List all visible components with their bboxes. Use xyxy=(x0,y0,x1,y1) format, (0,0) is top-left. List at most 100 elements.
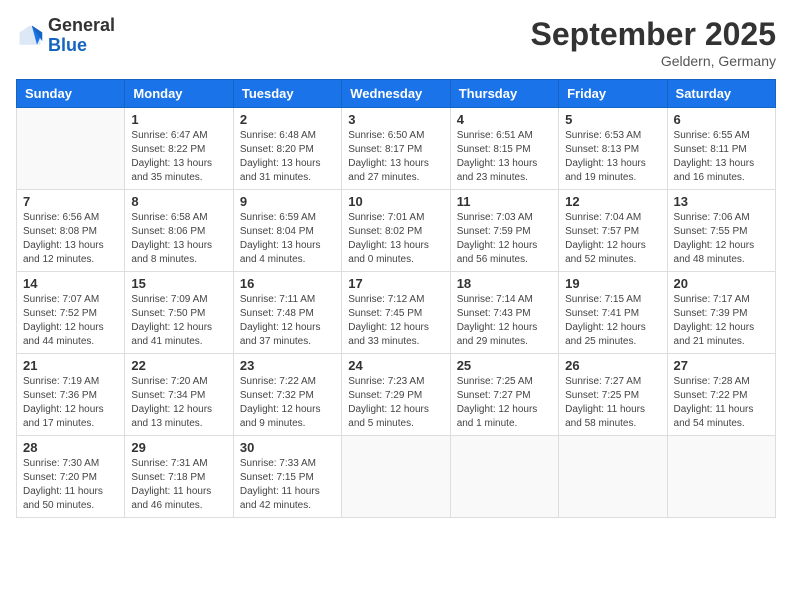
day-info: Sunrise: 6:59 AM Sunset: 8:04 PM Dayligh… xyxy=(240,211,335,267)
day-info: Sunrise: 7:19 AM Sunset: 7:36 PM Dayligh… xyxy=(23,375,118,431)
day-info: Sunrise: 7:14 AM Sunset: 7:43 PM Dayligh… xyxy=(457,293,552,349)
day-number: 25 xyxy=(457,358,552,373)
day-info: Sunrise: 6:47 AM Sunset: 8:22 PM Dayligh… xyxy=(131,129,226,185)
calendar-cell: 25 Sunrise: 7:25 AM Sunset: 7:27 PM Dayli… xyxy=(450,354,558,436)
week-row-1: 7 Sunrise: 6:56 AM Sunset: 8:08 PM Daylig… xyxy=(17,190,776,272)
calendar-cell: 5Sunrise: 6:53 AM Sunset: 8:13 PM Daylig… xyxy=(559,108,667,190)
day-info: Sunrise: 7:03 AM Sunset: 7:59 PM Dayligh… xyxy=(457,211,552,267)
day-number: 4 xyxy=(457,112,552,127)
location-title: Geldern, Germany xyxy=(531,53,776,69)
day-number: 12 xyxy=(565,194,660,209)
day-info: Sunrise: 7:11 AM Sunset: 7:48 PM Dayligh… xyxy=(240,293,335,349)
calendar-cell: 14 Sunrise: 7:07 AM Sunset: 7:52 PM Dayli… xyxy=(17,272,125,354)
day-number: 19 xyxy=(565,276,660,291)
calendar-cell: 2Sunrise: 6:48 AM Sunset: 8:20 PM Daylig… xyxy=(233,108,341,190)
week-row-3: 21 Sunrise: 7:19 AM Sunset: 7:36 PM Dayli… xyxy=(17,354,776,436)
month-title: September 2025 xyxy=(531,16,776,53)
calendar-cell: 26 Sunrise: 7:27 AM Sunset: 7:25 PM Dayli… xyxy=(559,354,667,436)
calendar-cell: 9 Sunrise: 6:59 AM Sunset: 8:04 PM Daylig… xyxy=(233,190,341,272)
day-info: Sunrise: 7:12 AM Sunset: 7:45 PM Dayligh… xyxy=(348,293,443,349)
day-info: Sunrise: 7:01 AM Sunset: 8:02 PM Dayligh… xyxy=(348,211,443,267)
day-number: 1 xyxy=(131,112,226,127)
day-info: Sunrise: 7:09 AM Sunset: 7:50 PM Dayligh… xyxy=(131,293,226,349)
calendar-cell: 19 Sunrise: 7:15 AM Sunset: 7:41 PM Dayli… xyxy=(559,272,667,354)
calendar-cell: 3 Sunrise: 6:50 AM Sunset: 8:17 PM Daylig… xyxy=(342,108,450,190)
day-info: Sunrise: 7:31 AM Sunset: 7:18 PM Dayligh… xyxy=(131,457,226,513)
week-row-0: 1 Sunrise: 6:47 AM Sunset: 8:22 PM Daylig… xyxy=(17,108,776,190)
weekday-header-wednesday: Wednesday xyxy=(342,80,450,108)
weekday-header-row: SundayMondayTuesdayWednesdayThursdayFrid… xyxy=(17,80,776,108)
day-info: Sunrise: 7:30 AM Sunset: 7:20 PM Dayligh… xyxy=(23,457,118,513)
day-number: 24 xyxy=(348,358,443,373)
weekday-header-friday: Friday xyxy=(559,80,667,108)
day-info: Sunrise: 7:25 AM Sunset: 7:27 PM Dayligh… xyxy=(457,375,552,431)
day-number: 9 xyxy=(240,194,335,209)
day-number: 6 xyxy=(674,112,769,127)
day-info: Sunrise: 7:06 AM Sunset: 7:55 PM Dayligh… xyxy=(674,211,769,267)
calendar-cell: 28 Sunrise: 7:30 AM Sunset: 7:20 PM Dayli… xyxy=(17,436,125,518)
calendar-cell: 24 Sunrise: 7:23 AM Sunset: 7:29 PM Dayli… xyxy=(342,354,450,436)
day-number: 10 xyxy=(348,194,443,209)
day-number: 23 xyxy=(240,358,335,373)
day-number: 13 xyxy=(674,194,769,209)
calendar-cell: 20Sunrise: 7:17 AM Sunset: 7:39 PM Dayli… xyxy=(667,272,775,354)
calendar-cell: 23 Sunrise: 7:22 AM Sunset: 7:32 PM Dayli… xyxy=(233,354,341,436)
day-info: Sunrise: 6:50 AM Sunset: 8:17 PM Dayligh… xyxy=(348,129,443,185)
day-number: 22 xyxy=(131,358,226,373)
calendar: SundayMondayTuesdayWednesdayThursdayFrid… xyxy=(16,79,776,518)
day-info: Sunrise: 6:56 AM Sunset: 8:08 PM Dayligh… xyxy=(23,211,118,267)
calendar-cell: 16 Sunrise: 7:11 AM Sunset: 7:48 PM Dayli… xyxy=(233,272,341,354)
day-number: 16 xyxy=(240,276,335,291)
day-number: 14 xyxy=(23,276,118,291)
day-info: Sunrise: 7:07 AM Sunset: 7:52 PM Dayligh… xyxy=(23,293,118,349)
day-info: Sunrise: 7:15 AM Sunset: 7:41 PM Dayligh… xyxy=(565,293,660,349)
day-info: Sunrise: 7:20 AM Sunset: 7:34 PM Dayligh… xyxy=(131,375,226,431)
day-number: 15 xyxy=(131,276,226,291)
day-number: 26 xyxy=(565,358,660,373)
day-number: 2 xyxy=(240,112,335,127)
calendar-cell xyxy=(667,436,775,518)
calendar-cell: 6 Sunrise: 6:55 AM Sunset: 8:11 PM Daylig… xyxy=(667,108,775,190)
day-info: Sunrise: 7:23 AM Sunset: 7:29 PM Dayligh… xyxy=(348,375,443,431)
day-info: Sunrise: 7:04 AM Sunset: 7:57 PM Dayligh… xyxy=(565,211,660,267)
week-row-2: 14 Sunrise: 7:07 AM Sunset: 7:52 PM Dayli… xyxy=(17,272,776,354)
weekday-header-thursday: Thursday xyxy=(450,80,558,108)
day-number: 18 xyxy=(457,276,552,291)
calendar-cell: 7 Sunrise: 6:56 AM Sunset: 8:08 PM Daylig… xyxy=(17,190,125,272)
day-info: Sunrise: 7:28 AM Sunset: 7:22 PM Dayligh… xyxy=(674,375,769,431)
weekday-header-sunday: Sunday xyxy=(17,80,125,108)
calendar-cell: 8Sunrise: 6:58 AM Sunset: 8:06 PM Daylig… xyxy=(125,190,233,272)
calendar-cell xyxy=(17,108,125,190)
calendar-cell xyxy=(559,436,667,518)
calendar-cell: 21 Sunrise: 7:19 AM Sunset: 7:36 PM Dayli… xyxy=(17,354,125,436)
calendar-cell: 4Sunrise: 6:51 AM Sunset: 8:15 PM Daylig… xyxy=(450,108,558,190)
header: General Blue September 2025 Geldern, Ger… xyxy=(16,16,776,69)
day-info: Sunrise: 6:53 AM Sunset: 8:13 PM Dayligh… xyxy=(565,129,660,185)
calendar-cell: 30Sunrise: 7:33 AM Sunset: 7:15 PM Dayli… xyxy=(233,436,341,518)
calendar-cell: 27 Sunrise: 7:28 AM Sunset: 7:22 PM Dayli… xyxy=(667,354,775,436)
day-info: Sunrise: 7:27 AM Sunset: 7:25 PM Dayligh… xyxy=(565,375,660,431)
logo: General Blue xyxy=(16,16,115,56)
day-number: 27 xyxy=(674,358,769,373)
weekday-header-saturday: Saturday xyxy=(667,80,775,108)
calendar-cell: 17Sunrise: 7:12 AM Sunset: 7:45 PM Dayli… xyxy=(342,272,450,354)
day-number: 28 xyxy=(23,440,118,455)
day-number: 11 xyxy=(457,194,552,209)
calendar-cell: 12 Sunrise: 7:04 AM Sunset: 7:57 PM Dayli… xyxy=(559,190,667,272)
weekday-header-monday: Monday xyxy=(125,80,233,108)
day-number: 3 xyxy=(348,112,443,127)
calendar-cell: 15 Sunrise: 7:09 AM Sunset: 7:50 PM Dayli… xyxy=(125,272,233,354)
weekday-header-tuesday: Tuesday xyxy=(233,80,341,108)
day-number: 20 xyxy=(674,276,769,291)
day-number: 21 xyxy=(23,358,118,373)
calendar-cell xyxy=(450,436,558,518)
day-number: 7 xyxy=(23,194,118,209)
calendar-cell: 29Sunrise: 7:31 AM Sunset: 7:18 PM Dayli… xyxy=(125,436,233,518)
calendar-cell: 22 Sunrise: 7:20 AM Sunset: 7:34 PM Dayli… xyxy=(125,354,233,436)
day-info: Sunrise: 7:22 AM Sunset: 7:32 PM Dayligh… xyxy=(240,375,335,431)
title-area: September 2025 Geldern, Germany xyxy=(531,16,776,69)
calendar-cell: 13 Sunrise: 7:06 AM Sunset: 7:55 PM Dayli… xyxy=(667,190,775,272)
logo-icon xyxy=(16,22,44,50)
day-number: 8 xyxy=(131,194,226,209)
day-info: Sunrise: 6:55 AM Sunset: 8:11 PM Dayligh… xyxy=(674,129,769,185)
